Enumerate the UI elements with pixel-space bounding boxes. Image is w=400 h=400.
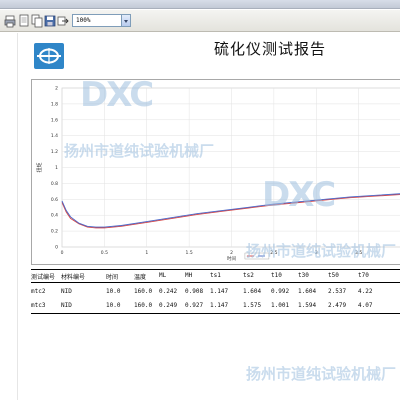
- table-header-cell: ts1: [210, 272, 221, 279]
- y-tick-label: 0.2: [51, 229, 58, 235]
- table-cell: 1.604: [243, 288, 262, 295]
- y-tick-label: 1: [55, 165, 58, 171]
- x-tick-label: 1.5: [186, 250, 193, 256]
- table-cell: mtc2: [31, 288, 46, 295]
- y-tick-label: 1.8: [51, 101, 58, 107]
- y-tick-label: 1.2: [51, 149, 58, 155]
- table-cell: 1.575: [243, 302, 262, 309]
- copy-icon[interactable]: [30, 13, 43, 28]
- zoom-dropdown-arrow-icon[interactable]: [122, 14, 131, 27]
- cure-curve-chart: 0 0.2 0.4 0.6 0.8 1 1.2 1.4 1.6 1.8 2 0 0.5 1 1.5 2 2.5 3…: [31, 79, 400, 265]
- table-cell: 0.249: [159, 302, 178, 309]
- page-margin-line: [17, 33, 18, 400]
- x-tick-label: 0: [61, 250, 64, 256]
- table-header-cell: t30: [298, 272, 309, 279]
- watermark-company-3: 扬州市道纯试验机械厂: [246, 365, 397, 383]
- table-header-cell: 测试编号: [31, 274, 56, 281]
- y-tick-label: 1.6: [51, 117, 58, 123]
- x-axis-label: 时间: [227, 255, 236, 262]
- y-tick-label: 0.6: [51, 197, 58, 203]
- table-cell: 0.992: [271, 288, 290, 295]
- table-cell: 1.604: [298, 288, 317, 295]
- x-tick-label: 2: [230, 250, 233, 256]
- table-cell: 0.242: [159, 288, 178, 295]
- toolbar: 100%: [0, 10, 400, 32]
- table-cell: NID: [61, 302, 72, 309]
- y-tick-label: 0: [55, 245, 58, 251]
- export-icon[interactable]: [56, 13, 69, 27]
- zoom-select[interactable]: 100%: [72, 14, 122, 27]
- report-page: 硫化仪测试报告 0 0.2 0.4 0.6 0.8 1 1.2 1.4 1.6 1.8 2 0 0.5 1…: [0, 33, 400, 400]
- table-header-cell: 时间: [106, 274, 119, 281]
- table-cell: 1.001: [271, 302, 290, 309]
- table-header-cell: t10: [271, 272, 282, 279]
- y-tick-label: 1.4: [51, 133, 58, 139]
- table-cell: 2.479: [328, 302, 347, 309]
- table-cell: 10.0: [106, 302, 121, 309]
- table-top-rule: [31, 269, 400, 270]
- table-header-cell: ts2: [243, 272, 254, 279]
- table-cell: 1.147: [210, 302, 229, 309]
- table-cell: 160.0: [134, 288, 153, 295]
- report-title: 硫化仪测试报告: [214, 40, 327, 58]
- report-viewer-window: 100% 硫化仪测试报告 0 0.2 0.4 0.6 0.8 1 1.2 1.4 1.6 1.8 2…: [0, 0, 400, 400]
- table-header-cell: ML: [159, 272, 167, 279]
- table-cell: 10.0: [106, 288, 121, 295]
- table-cell: 160.0: [134, 302, 153, 309]
- x-tick-label: 3: [315, 250, 318, 256]
- y-axis-label: 扭矩: [36, 162, 43, 172]
- table-header-cell: 温度: [134, 274, 147, 281]
- x-tick-label: 1: [145, 250, 148, 256]
- table-cell: 2.537: [328, 288, 347, 295]
- x-tick-label: 0.5: [101, 250, 108, 256]
- results-table: 测试编号 材料编号 时间 温度 ML MH ts1 ts2 t10 t30 t50 t70 mtc2 NI…: [31, 269, 400, 315]
- table-cell: mtc3: [31, 302, 46, 309]
- table-header-cell: t70: [358, 272, 369, 279]
- company-logo: [34, 43, 64, 69]
- window-title-bar: [0, 0, 400, 9]
- table-cell: 1.147: [210, 288, 229, 295]
- save-icon[interactable]: [43, 13, 56, 27]
- table-cell: 4.07: [358, 302, 373, 309]
- x-tick-label: 3.5: [355, 250, 362, 256]
- table-cell: 0.927: [185, 302, 204, 309]
- table-header-cell: t50: [328, 272, 339, 279]
- chart-svg: 0 0.2 0.4 0.6 0.8 1 1.2 1.4 1.6 1.8 2 0 0.5 1 1.5 2 2.5 3…: [36, 86, 400, 262]
- table-cell: NID: [61, 288, 72, 295]
- table-header-rule: [31, 282, 400, 283]
- page-setup-icon[interactable]: [17, 13, 29, 27]
- table-cell: 1.594: [298, 302, 317, 309]
- y-tick-label: 0.4: [51, 213, 58, 219]
- table-header-cell: MH: [185, 272, 193, 279]
- table-header-cell: 材料编号: [61, 274, 86, 281]
- table-cell: 0.908: [185, 288, 204, 295]
- y-tick-label: 0.8: [51, 181, 58, 187]
- y-tick-label: 2: [55, 86, 58, 92]
- table-cell: 4.22: [358, 288, 373, 295]
- x-tick-label: 2.5: [270, 250, 277, 256]
- print-icon[interactable]: [3, 13, 16, 28]
- table-bottom-rule: [31, 313, 400, 314]
